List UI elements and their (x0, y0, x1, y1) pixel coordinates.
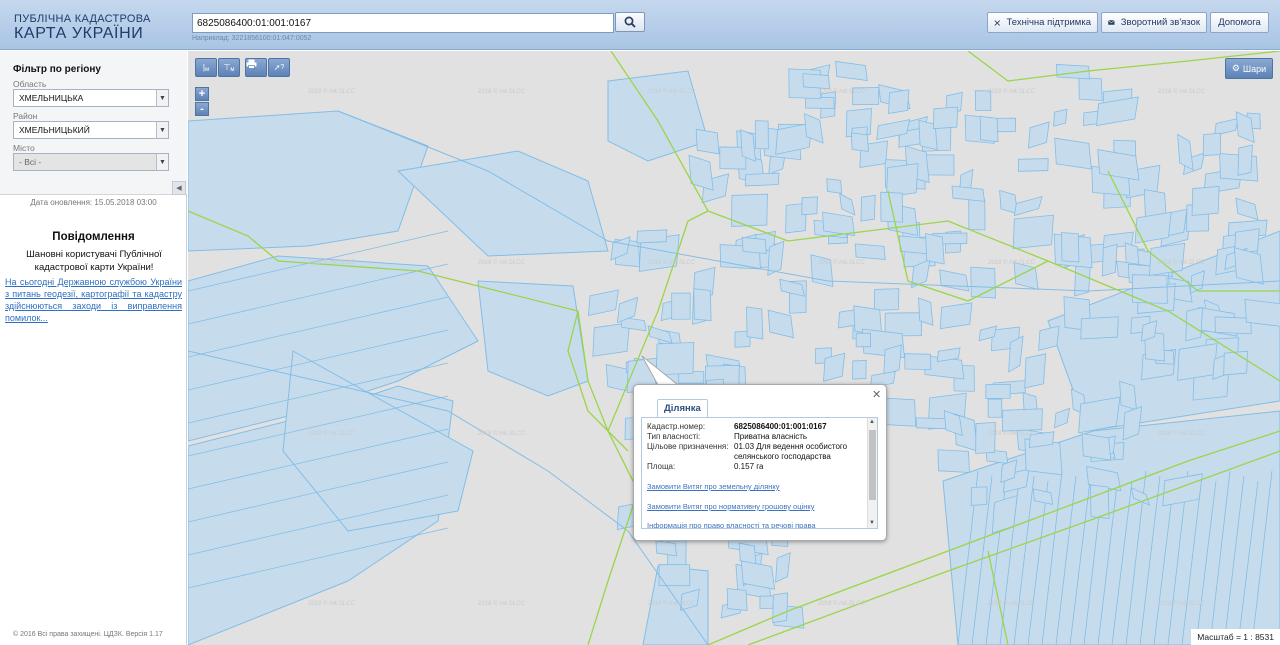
cursor-question-icon: ➚ (273, 63, 281, 72)
search-icon (624, 16, 636, 28)
cadastral-search-input[interactable] (192, 13, 614, 33)
map-watermark: 2018 © mk.SLCC (817, 88, 865, 95)
layers-label: Шари (1242, 63, 1267, 74)
identify-button[interactable]: ➚? (268, 58, 290, 77)
layers-button[interactable]: ⚙ Шари (1225, 58, 1273, 79)
filter-title: Фільтр по регіону (13, 64, 101, 75)
popup-scrollbar[interactable]: ▲ ▼ (867, 418, 877, 528)
logo-line1[interactable]: ПУБЛІЧНА КАДАСТРОВА (14, 13, 151, 25)
purpose-value: 01.03 Для ведення особистого селянського… (734, 442, 848, 461)
printer-icon (246, 59, 257, 69)
search-hint: Наприклад: 3221856100:01:047:0052 (192, 35, 312, 42)
district-select[interactable]: ХМЕЛЬНИЦЬКИЙ ▼ (13, 121, 169, 139)
scroll-up-icon[interactable]: ▲ (869, 419, 875, 425)
notice-text: Шановні користувачі Публічної кадастрово… (26, 249, 162, 273)
notice-link[interactable]: На сьогодні Державною службою України з … (5, 276, 182, 324)
scroll-thumb[interactable] (869, 430, 876, 500)
chevron-down-icon: ▼ (156, 154, 168, 170)
map-watermark: 2018 © mk.SLCC (817, 259, 865, 266)
help-button[interactable]: Допомога (1210, 12, 1269, 33)
map-canvas[interactable]: 2018 © mk.SLCC 2018 © mk.SLCC 2018 © mk.SL… (188, 51, 1280, 645)
chevron-down-icon: ▼ (156, 90, 168, 106)
district-label: Район (13, 111, 38, 121)
cadastral-number-value: 6825086400:01:001:0167 (734, 422, 827, 431)
gear-icon: ⚙ (1231, 63, 1240, 73)
measure-distance-button[interactable]: | м (195, 58, 217, 77)
feedback-button[interactable]: Зворотний зв'язок (1101, 12, 1207, 33)
map-watermark: 2018 © mk.SLCC (477, 259, 525, 266)
print-button[interactable] (245, 58, 267, 77)
sidebar: Фільтр по регіону Область ХМЕЛЬНИЦЬКА ▼ … (0, 51, 187, 645)
parcel-info-popup: ✕ Ділянка Кадастр.номер: 6825086400:01:0… (633, 384, 887, 541)
map-watermark: 2018 © mk.SLCC (477, 88, 525, 95)
parcel-info-body: Кадастр.номер: 6825086400:01:001:0167 Ти… (641, 417, 878, 529)
city-label: Місто (13, 143, 35, 153)
map-watermark: 2018 © mk.SLCC (1157, 88, 1205, 95)
map-watermark: 2018 © mk.SLCC (647, 88, 695, 95)
map-watermark: 2018 © mk.SLCC (1157, 430, 1205, 437)
tab-parcel[interactable]: Ділянка (657, 399, 708, 417)
map-watermark: 2018 © mk.SLCC (647, 259, 695, 266)
district-value: ХМЕЛЬНИЦЬКИЙ (19, 125, 90, 135)
region-select[interactable]: ХМЕЛЬНИЦЬКА ▼ (13, 89, 169, 107)
map-watermark: 2018 © mk.SLCC (987, 430, 1035, 437)
map-parcels-layer[interactable]: 2018 © mk.SLCC 2018 © mk.SLCC 2018 © mk.SL… (188, 51, 1280, 645)
order-valuation-link[interactable]: Замовити Витяг про нормативну грошову оц… (647, 502, 814, 511)
area-label: Площа: (647, 462, 676, 471)
envelope-icon (1108, 20, 1115, 25)
notice-title: Повідомлення (52, 231, 135, 243)
map-watermark: 2018 © mk.SLCC (477, 430, 525, 437)
copyright: © 2016 Всі права захищені. ЦДЗК. Версія … (13, 631, 163, 638)
ownership-info-link[interactable]: Інформація про право власності та речові… (647, 521, 816, 528)
map-watermark: 2018 © mk.SLCC (307, 88, 355, 95)
map-watermark: 2018 © mk.SLCC (987, 88, 1035, 95)
ownership-type-label: Тип власності: (647, 432, 701, 441)
ownership-type-value: Приватна власність (734, 432, 808, 441)
order-extract-link[interactable]: Замовити Витяг про земельну ділянку (647, 482, 780, 491)
map-scale: Масштаб = 1 : 8531 (1191, 629, 1280, 645)
tools-icon (994, 19, 1000, 26)
map-watermark: 2018 © mk.SLCC (987, 600, 1035, 607)
area-value: 0.157 га (734, 462, 764, 471)
cadastral-number-label: Кадастр.номер: (647, 422, 706, 431)
map-watermark: 2018 © mk.SLCC (1157, 600, 1205, 607)
map-watermark: 2018 © mk.SLCC (477, 600, 525, 607)
logo-line2[interactable]: КАРТА УКРАЇНИ (14, 25, 143, 43)
map-watermark: 2018 © mk.SLCC (987, 259, 1035, 266)
region-filter: Фільтр по регіону Область ХМЕЛЬНИЦЬКА ▼ … (0, 51, 187, 195)
update-date: Дата оновлення: 15.05.2018 03:00 (30, 198, 157, 207)
area-ruler-icon: ⊤ (223, 63, 231, 72)
purpose-label: Цільове призначення: (647, 442, 729, 451)
header: ПУБЛІЧНА КАДАСТРОВА КАРТА УКРАЇНИ Наприк… (0, 0, 1280, 50)
help-label: Допомога (1218, 17, 1261, 28)
feedback-label: Зворотний зв'язок (1120, 17, 1200, 28)
search-button[interactable] (615, 12, 645, 32)
region-label: Область (13, 79, 47, 89)
scroll-down-icon[interactable]: ▼ (869, 520, 875, 526)
support-button[interactable]: Технічна підтримка (987, 12, 1098, 33)
city-value: - Всі - (19, 157, 42, 167)
map-watermark: 2018 © mk.SLCC (307, 259, 355, 266)
region-value: ХМЕЛЬНИЦЬКА (19, 93, 84, 103)
map-watermark: 2018 © mk.SLCC (647, 600, 695, 607)
city-select[interactable]: - Всі - ▼ (13, 153, 169, 171)
zoom-in-button[interactable]: + (195, 87, 209, 101)
support-label: Технічна підтримка (1006, 17, 1092, 28)
map-watermark: 2018 © mk.SLCC (817, 600, 865, 607)
collapse-sidebar-button[interactable]: ◀ (172, 181, 186, 195)
map-watermark: 2018 © mk.SLCC (1157, 259, 1205, 266)
map-watermark: 2018 © mk.SLCC (307, 600, 355, 607)
chevron-down-icon: ▼ (156, 122, 168, 138)
zoom-out-button[interactable]: - (195, 102, 209, 116)
map-watermark: 2018 © mk.SLCC (307, 430, 355, 437)
measure-area-button[interactable]: ⊤ м (218, 58, 240, 77)
close-icon[interactable]: ✕ (872, 388, 881, 401)
